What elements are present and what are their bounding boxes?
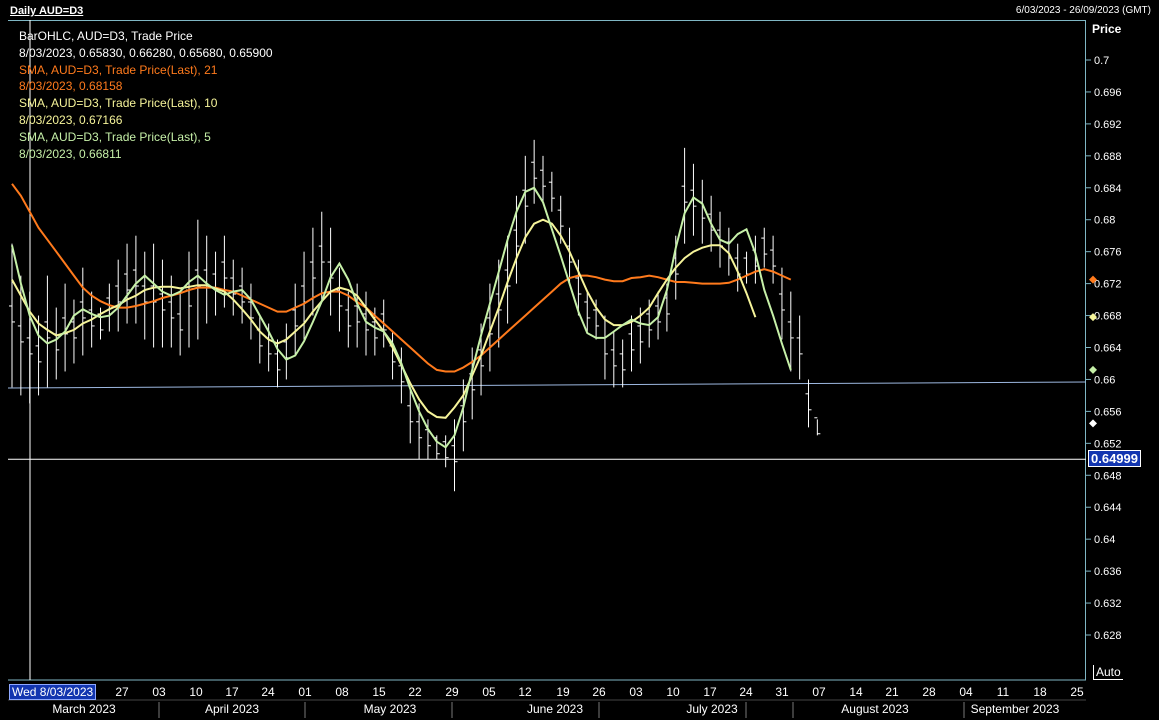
y-tick-label: 0.696 <box>1094 87 1122 99</box>
x-tick-label: 25 <box>1070 685 1084 699</box>
x-tick-label: 27 <box>115 685 129 699</box>
legend-line: SMA, AUD=D3, Trade Price(Last), 5 <box>19 129 211 144</box>
y-tick-label: 0.652 <box>1094 438 1122 450</box>
y-tick-label: 0.692 <box>1094 119 1122 131</box>
sma5-line <box>11 186 792 449</box>
y-tick-label: 0.676 <box>1094 247 1122 259</box>
x-tick-label: 28 <box>922 685 936 699</box>
y-tick-label: 0.688 <box>1094 151 1122 163</box>
x-tick-label: 15 <box>372 685 386 699</box>
y-tick-label: 0.68 <box>1094 215 1115 227</box>
x-tick-label: 31 <box>775 685 789 699</box>
x-tick-label: 19 <box>556 685 570 699</box>
y-tick-label: 0.648 <box>1094 470 1122 482</box>
y-tick-label: 0.628 <box>1094 630 1122 642</box>
x-tick-label: 17 <box>703 685 717 699</box>
sma21-line <box>11 183 792 373</box>
legend-line: 8/03/2023, 0.65830, 0.66280, 0.65680, 0.… <box>19 45 273 60</box>
x-tick-label: 18 <box>1033 685 1047 699</box>
y-tick-label: 0.632 <box>1094 598 1122 610</box>
y-tick-label: 0.656 <box>1094 406 1122 418</box>
month-label: August 2023 <box>841 702 909 716</box>
month-label: July 2023 <box>686 702 738 716</box>
legend-line: SMA, AUD=D3, Trade Price(Last), 10 <box>19 96 218 111</box>
legend-line: SMA, AUD=D3, Trade Price(Last), 21 <box>19 62 218 77</box>
y-tick-label: 0.636 <box>1094 566 1122 578</box>
legend-line: 8/03/2023, 0.68158 <box>19 79 123 94</box>
y-tick-label: 0.66 <box>1094 374 1115 386</box>
x-tick-label: 26 <box>592 685 606 699</box>
x-tick-label: 17 <box>225 685 239 699</box>
x-tick-label: 29 <box>445 685 459 699</box>
x-tick-label: 07 <box>812 685 826 699</box>
y-tick-label: 0.7 <box>1094 55 1109 67</box>
sma5-marker <box>1089 365 1097 374</box>
month-label: March 2023 <box>52 702 116 716</box>
x-tick-label: 24 <box>739 685 753 699</box>
x-tick-label: 11 <box>997 685 1010 699</box>
x-tick-label: 14 <box>849 685 863 699</box>
x-tick-label: 04 <box>959 685 973 699</box>
x-tick-label: 12 <box>518 685 532 699</box>
current-price-label: 0.64999 <box>1088 450 1141 467</box>
auto-scale-button[interactable]: Auto <box>1093 665 1123 680</box>
x-tick-label: 03 <box>152 685 166 699</box>
x-tick-label: 10 <box>666 685 680 699</box>
y-tick-label: 0.672 <box>1094 279 1122 291</box>
y-tick-label: 0.64 <box>1094 534 1115 546</box>
x-tick-label: 10 <box>189 685 203 699</box>
last-price-marker <box>1089 419 1097 428</box>
x-tick-label: 05 <box>482 685 496 699</box>
y-tick-label: 0.664 <box>1094 343 1122 355</box>
x-tick-label: 21 <box>885 685 899 699</box>
price-axis-label: Price <box>1092 22 1122 36</box>
y-tick-label: 0.668 <box>1094 311 1122 323</box>
month-label: June 2023 <box>527 702 583 716</box>
y-tick-label: 0.684 <box>1094 183 1122 195</box>
legend-line: BarOHLC, AUD=D3, Trade Price <box>19 29 193 43</box>
legend-line: 8/03/2023, 0.66811 <box>19 146 122 161</box>
month-label: May 2023 <box>364 702 417 716</box>
cursor-date-label: Wed 8/03/2023 <box>9 684 97 700</box>
x-tick-label: 01 <box>298 685 312 699</box>
x-tick-label: 03 <box>629 685 643 699</box>
trend-line <box>7 381 1087 389</box>
chart-legend: BarOHLC, AUD=D3, Trade Price 8/03/2023, 0… <box>19 28 273 162</box>
x-tick-label: 22 <box>408 685 422 699</box>
month-label: April 2023 <box>205 702 259 716</box>
x-tick-label: 24 <box>261 685 275 699</box>
x-tick-label: 08 <box>335 685 349 699</box>
month-label: September 2023 <box>971 702 1060 716</box>
y-tick-label: 0.644 <box>1094 502 1122 514</box>
legend-line: 8/03/2023, 0.67166 <box>19 112 123 127</box>
